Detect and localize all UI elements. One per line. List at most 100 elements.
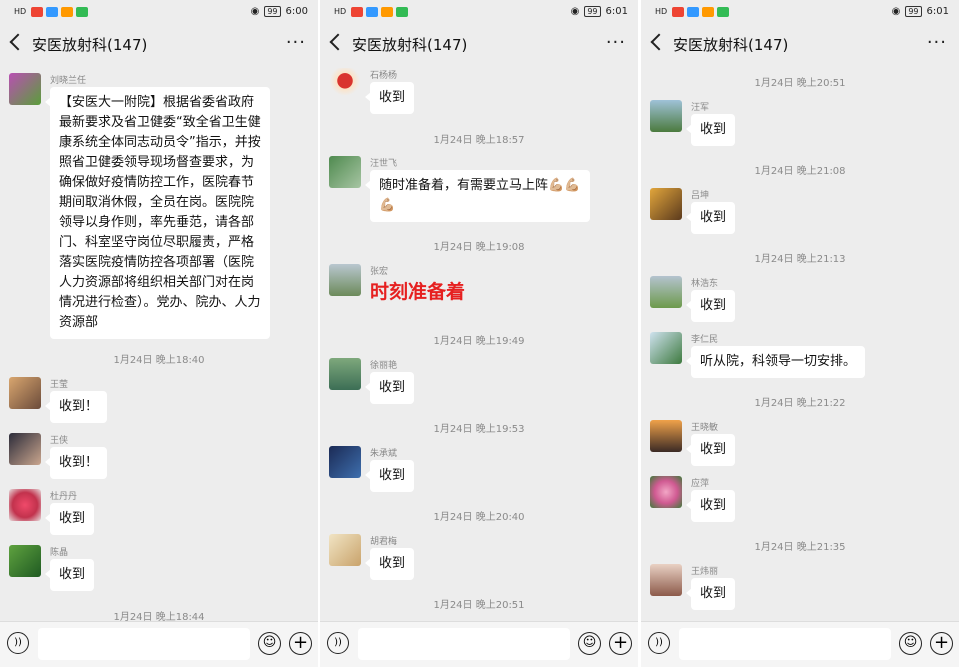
- message-bubble[interactable]: 时刻准备着: [370, 278, 465, 306]
- avatar[interactable]: [650, 188, 682, 220]
- message-bubble[interactable]: 随时准备着，有需要立马上阵💪🏼💪🏼💪🏼: [365, 170, 590, 222]
- message-list[interactable]: 石杨杨 收到 1月24日 晚上18:57 汪世飞 随时准备着，有需要立马上阵💪🏼…: [320, 66, 638, 621]
- avatar[interactable]: [329, 358, 361, 390]
- sender-name: 徐丽艳: [370, 361, 398, 371]
- plus-icon[interactable]: +: [609, 632, 632, 655]
- message-list[interactable]: 1月24日 晚上20:51 汪军 收到 1月24日 晚上21:08 吕坤 收到 …: [641, 66, 959, 621]
- sender-name: 林浩东: [691, 279, 719, 289]
- message-bubble[interactable]: 收到: [685, 578, 736, 610]
- sender-name: 应萍: [691, 479, 710, 489]
- message-bubble[interactable]: 【安医大一附院】根据省委省政府最新要求及省卫健委“致全省卫生健康系统全体同志动员…: [45, 87, 270, 339]
- message-bubble[interactable]: 收到: [685, 490, 736, 522]
- timestamp: 1月24日 晚上19:53: [433, 424, 525, 435]
- back-icon[interactable]: [650, 33, 668, 51]
- avatar[interactable]: [329, 446, 361, 478]
- timestamp: 1月24日 晚上21:08: [754, 166, 846, 177]
- sender-name: 杜丹丹: [50, 492, 78, 502]
- message-bubble[interactable]: 收到: [685, 290, 736, 322]
- sender-name: 李仁民: [691, 335, 719, 345]
- app-icon: [672, 6, 685, 17]
- clock: 6:01: [605, 6, 628, 17]
- emoji-icon[interactable]: ☺: [258, 632, 281, 655]
- message-list[interactable]: 刘晓兰任 【安医大一附院】根据省委省政府最新要求及省卫健委“致全省卫生健康系统全…: [0, 66, 318, 621]
- more-icon[interactable]: ···: [286, 32, 306, 53]
- vibrate-icon: ◉: [891, 6, 901, 17]
- app-icon: [61, 6, 74, 17]
- app-icon: [351, 6, 364, 17]
- message-bubble[interactable]: 收到: [685, 114, 736, 146]
- back-icon[interactable]: [329, 33, 347, 51]
- message-input[interactable]: [38, 628, 250, 660]
- avatar[interactable]: [9, 73, 41, 105]
- voice-icon[interactable]: )): [7, 632, 29, 654]
- hd-indicator: HD: [655, 7, 668, 16]
- clock: 6:01: [926, 6, 949, 17]
- hd-indicator: HD: [334, 7, 347, 16]
- app-icon: [717, 6, 730, 17]
- timestamp: 1月24日 晚上20:40: [433, 512, 525, 523]
- plus-icon[interactable]: +: [930, 632, 953, 655]
- status-bar: HD ◉ 99 6:01: [320, 0, 638, 24]
- app-icon: [396, 6, 409, 17]
- avatar[interactable]: [650, 476, 682, 508]
- vibrate-icon: ◉: [250, 6, 260, 17]
- message-bubble[interactable]: 收到: [44, 503, 95, 535]
- app-icon: [46, 6, 59, 17]
- input-bar: )) ☺ +: [641, 621, 959, 667]
- chat-screen-2: HD ◉ 99 6:01 安医放射科(147) ··· 石杨杨 收到 1月24日 晚…: [320, 0, 638, 667]
- message-bubble[interactable]: 收到: [364, 82, 415, 114]
- avatar[interactable]: [9, 489, 41, 521]
- sender-name: 陈晶: [50, 548, 69, 558]
- more-icon[interactable]: ···: [927, 32, 947, 53]
- avatar[interactable]: [9, 545, 41, 577]
- plus-icon[interactable]: +: [289, 632, 312, 655]
- message-bubble[interactable]: 收到: [364, 548, 415, 580]
- emoji-icon[interactable]: ☺: [899, 632, 922, 655]
- app-icon: [381, 6, 394, 17]
- avatar[interactable]: [329, 534, 361, 566]
- timestamp: 1月24日 晚上20:51: [754, 78, 846, 89]
- avatar[interactable]: [9, 377, 41, 409]
- clock: 6:00: [285, 6, 308, 17]
- sender-name: 王侠: [50, 436, 69, 446]
- back-icon[interactable]: [9, 33, 27, 51]
- avatar[interactable]: [329, 264, 361, 296]
- message-bubble[interactable]: 收到: [364, 372, 415, 404]
- message-bubble[interactable]: 收到: [364, 460, 415, 492]
- chat-header: 安医放射科(147) ···: [0, 28, 318, 60]
- message-bubble[interactable]: 听从院，科领导一切安排。: [685, 346, 866, 378]
- more-icon[interactable]: ···: [606, 32, 626, 53]
- sender-name: 王莹: [50, 380, 69, 390]
- message-bubble[interactable]: 收到: [685, 202, 736, 234]
- timestamp: 1月24日 晚上21:22: [754, 398, 846, 409]
- app-icon: [31, 6, 44, 17]
- sender-name: 汪军: [691, 103, 710, 113]
- emoji-icon[interactable]: ☺: [578, 632, 601, 655]
- avatar[interactable]: [329, 156, 361, 188]
- message-bubble[interactable]: 收到！: [44, 391, 108, 423]
- avatar[interactable]: [650, 564, 682, 596]
- message-input[interactable]: [358, 628, 570, 660]
- avatar[interactable]: [650, 100, 682, 132]
- voice-icon[interactable]: )): [327, 632, 349, 654]
- message-bubble[interactable]: 收到: [685, 434, 736, 466]
- sender-name: 张宏: [370, 267, 389, 277]
- avatar[interactable]: [329, 68, 361, 100]
- chat-screen-1: HD ◉ 99 6:00 安医放射科(147) ··· 刘晓兰任 【安医大一附院】根…: [0, 0, 318, 667]
- message-input[interactable]: [679, 628, 891, 660]
- avatar[interactable]: [650, 420, 682, 452]
- avatar[interactable]: [650, 276, 682, 308]
- timestamp: 1月24日 晚上18:44: [113, 612, 205, 621]
- avatar[interactable]: [650, 332, 682, 364]
- timestamp: 1月24日 晚上19:08: [433, 242, 525, 253]
- chat-title: 安医放射科(147): [352, 36, 468, 54]
- timestamp: 1月24日 晚上19:49: [433, 336, 525, 347]
- sender-name: 石杨杨: [370, 71, 398, 81]
- input-bar: )) ☺ +: [0, 621, 318, 667]
- voice-icon[interactable]: )): [648, 632, 670, 654]
- avatar[interactable]: [9, 433, 41, 465]
- sender-name: 胡君梅: [370, 537, 398, 547]
- message-bubble[interactable]: 收到: [44, 559, 95, 591]
- message-bubble[interactable]: 收到！: [44, 447, 108, 479]
- timestamp: 1月24日 晚上18:57: [433, 135, 525, 146]
